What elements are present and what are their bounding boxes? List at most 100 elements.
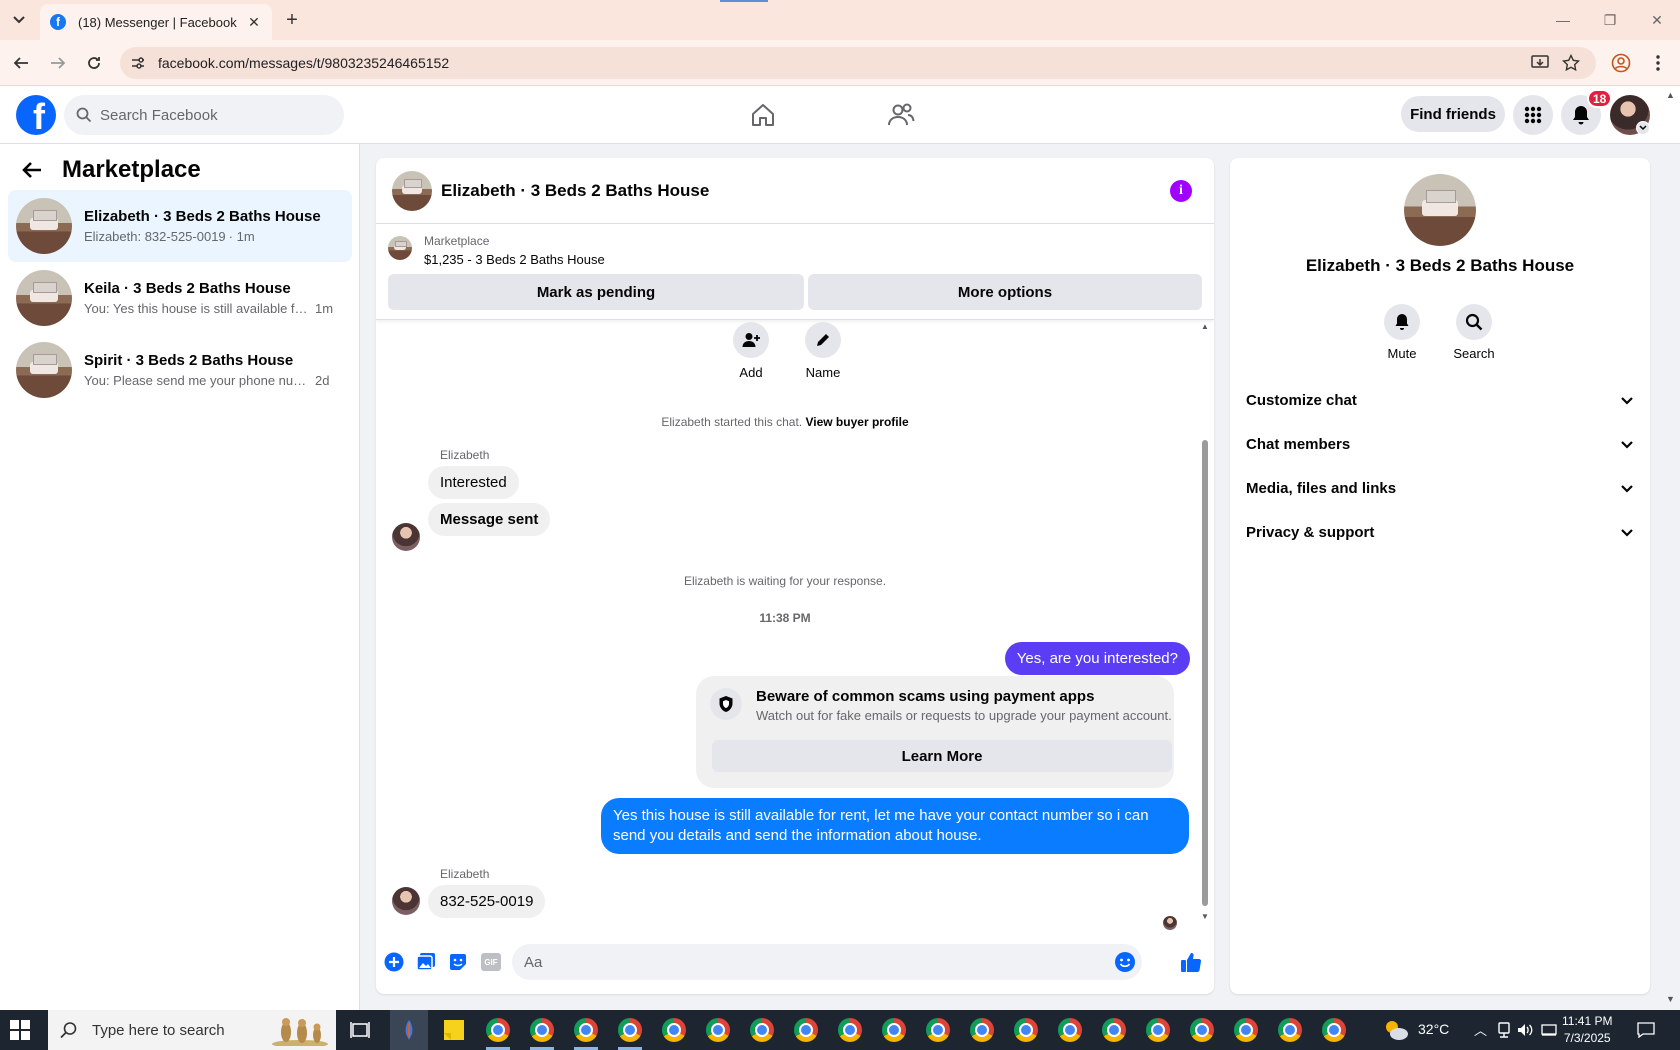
menu-grid-icon[interactable] — [1513, 95, 1553, 135]
more-options-button[interactable]: More options — [808, 274, 1202, 310]
search-action[interactable]: Search — [1444, 304, 1504, 361]
listing-small-thumbnail[interactable] — [388, 236, 412, 260]
search-input[interactable] — [100, 106, 320, 124]
notification-center-icon[interactable] — [1632, 1016, 1660, 1044]
chrome-profile-icon[interactable] — [1276, 1016, 1304, 1044]
message-input[interactable] — [524, 953, 1084, 971]
name-chat-action[interactable]: Name — [793, 322, 853, 380]
site-settings-icon[interactable] — [130, 55, 146, 71]
section-customize-chat[interactable]: Customize chat — [1246, 382, 1634, 418]
weather-icon[interactable] — [1382, 1016, 1410, 1044]
friends-icon[interactable] — [885, 99, 917, 131]
listing-price[interactable]: $1,235 - 3 Beds 2 Baths House — [424, 252, 605, 267]
photo-icon[interactable] — [415, 951, 437, 973]
windows-start-icon[interactable] — [10, 1020, 30, 1040]
info-icon[interactable]: i — [1170, 180, 1192, 202]
bookmark-star-icon[interactable] — [1561, 53, 1581, 73]
page-scroll-up-arrow-icon[interactable]: ▲ — [1666, 90, 1675, 100]
mute-action[interactable]: Mute — [1372, 304, 1432, 361]
chrome-profile-icon[interactable] — [1100, 1016, 1128, 1044]
chrome-profile-icon[interactable] — [924, 1016, 952, 1044]
temperature-text[interactable]: 32°C — [1418, 1021, 1449, 1037]
chrome-profile-icon[interactable] — [836, 1016, 864, 1044]
incoming-message[interactable]: 832-525-0019 — [428, 885, 546, 918]
tab-list-chevron-icon[interactable] — [8, 10, 30, 30]
outgoing-message[interactable]: Yes this house is still available for re… — [601, 798, 1189, 854]
incoming-message[interactable]: Message sent — [428, 503, 551, 536]
display-icon[interactable] — [1539, 1016, 1559, 1044]
chrome-profile-icon[interactable] — [1144, 1016, 1172, 1044]
emoji-icon[interactable] — [1114, 951, 1136, 973]
back-arrow-icon[interactable] — [18, 156, 46, 184]
browser-menu-icon[interactable] — [1647, 52, 1669, 74]
browser-tab[interactable]: f (18) Messenger | Facebook ✕ — [40, 4, 272, 40]
new-tab-plus-icon[interactable]: + — [282, 9, 302, 31]
message-scrollbar[interactable]: ▲ ▼ — [1199, 320, 1211, 924]
restore-icon[interactable]: ❐ — [1598, 8, 1622, 32]
learn-more-button[interactable]: Learn More — [712, 740, 1172, 772]
profile-icon[interactable] — [1610, 52, 1632, 74]
sticker-icon[interactable] — [447, 951, 469, 973]
add-member-action[interactable]: Add — [721, 322, 781, 380]
window-close-icon[interactable]: ✕ — [1645, 8, 1669, 32]
home-icon[interactable] — [747, 99, 779, 131]
app-feather-icon[interactable] — [395, 1016, 423, 1044]
chrome-profile-icon[interactable] — [1188, 1016, 1216, 1044]
mark-as-pending-button[interactable]: Mark as pending — [388, 274, 804, 310]
chrome-profile-icon[interactable] — [968, 1016, 996, 1044]
chrome-icon[interactable] — [484, 1016, 512, 1044]
sender-avatar[interactable] — [392, 523, 420, 551]
taskbar-clock[interactable]: 11:41 PM 7/3/2025 — [1562, 1013, 1612, 1047]
chat-thumbnail[interactable] — [392, 170, 432, 211]
find-friends-button[interactable]: Find friends — [1401, 96, 1505, 132]
reload-icon[interactable] — [83, 52, 105, 74]
section-chat-members[interactable]: Chat members — [1246, 426, 1634, 462]
plus-circle-icon[interactable] — [383, 951, 405, 973]
message-input-box[interactable] — [512, 944, 1142, 980]
show-hidden-icons-chevron-icon[interactable]: ︿ — [1474, 1020, 1487, 1039]
task-view-icon[interactable] — [346, 1016, 374, 1044]
info-thumbnail[interactable] — [1404, 174, 1476, 246]
chrome-profile-icon[interactable] — [1056, 1016, 1084, 1044]
scroll-up-arrow-icon[interactable]: ▲ — [1201, 322, 1209, 331]
chrome-profile-icon[interactable] — [1232, 1016, 1260, 1044]
chat-title[interactable]: Elizabeth · 3 Beds 2 Baths House — [441, 181, 709, 201]
forward-arrow-icon[interactable] — [47, 52, 69, 74]
sender-avatar[interactable] — [392, 887, 420, 915]
install-app-icon[interactable] — [1530, 53, 1550, 73]
view-buyer-profile-link[interactable]: View buyer profile — [805, 415, 908, 429]
chrome-profile-icon[interactable] — [704, 1016, 732, 1044]
scroll-down-arrow-icon[interactable]: ▼ — [1201, 912, 1209, 921]
minimize-icon[interactable]: — — [1551, 8, 1575, 32]
like-thumbs-up-icon[interactable] — [1178, 951, 1204, 973]
tab-close-icon[interactable]: ✕ — [246, 14, 262, 30]
conversation-item[interactable]: Keila · 3 Beds 2 Baths House You: Yes th… — [8, 262, 352, 334]
outgoing-message[interactable]: Yes, are you interested? — [1004, 642, 1190, 675]
volume-icon[interactable] — [1515, 1016, 1535, 1044]
conversation-item[interactable]: Spirit · 3 Beds 2 Baths House You: Pleas… — [8, 334, 352, 406]
chrome-profile-icon[interactable] — [792, 1016, 820, 1044]
facebook-search[interactable] — [64, 95, 344, 135]
gif-icon[interactable]: GIF — [479, 951, 503, 973]
chrome-profile-icon[interactable] — [572, 1016, 600, 1044]
conversation-item[interactable]: Elizabeth · 3 Beds 2 Baths House Elizabe… — [8, 190, 352, 262]
sticky-notes-icon[interactable] — [440, 1016, 468, 1044]
chrome-profile-icon[interactable] — [1320, 1016, 1348, 1044]
chrome-profile-icon[interactable] — [616, 1016, 644, 1044]
account-chevron-down-icon[interactable] — [1636, 121, 1650, 135]
incoming-message[interactable]: Interested — [428, 466, 519, 499]
taskbar-search[interactable]: Type here to search — [48, 1010, 336, 1050]
network-device-icon[interactable] — [1494, 1016, 1514, 1044]
chrome-profile-icon[interactable] — [1012, 1016, 1040, 1044]
page-scroll-down-arrow-icon[interactable]: ▼ — [1666, 994, 1675, 1004]
facebook-logo-icon[interactable]: f — [16, 95, 56, 135]
scrollbar-thumb[interactable] — [1202, 440, 1208, 906]
back-arrow-icon[interactable] — [10, 52, 32, 74]
section-privacy-support[interactable]: Privacy & support — [1246, 514, 1634, 550]
chrome-profile-icon[interactable] — [880, 1016, 908, 1044]
chrome-profile-icon[interactable] — [528, 1016, 556, 1044]
address-bar[interactable]: facebook.com/messages/t/9803235246465152 — [120, 47, 1596, 79]
chrome-profile-icon[interactable] — [660, 1016, 688, 1044]
chrome-profile-icon[interactable] — [748, 1016, 776, 1044]
section-media-files-links[interactable]: Media, files and links — [1246, 470, 1634, 506]
